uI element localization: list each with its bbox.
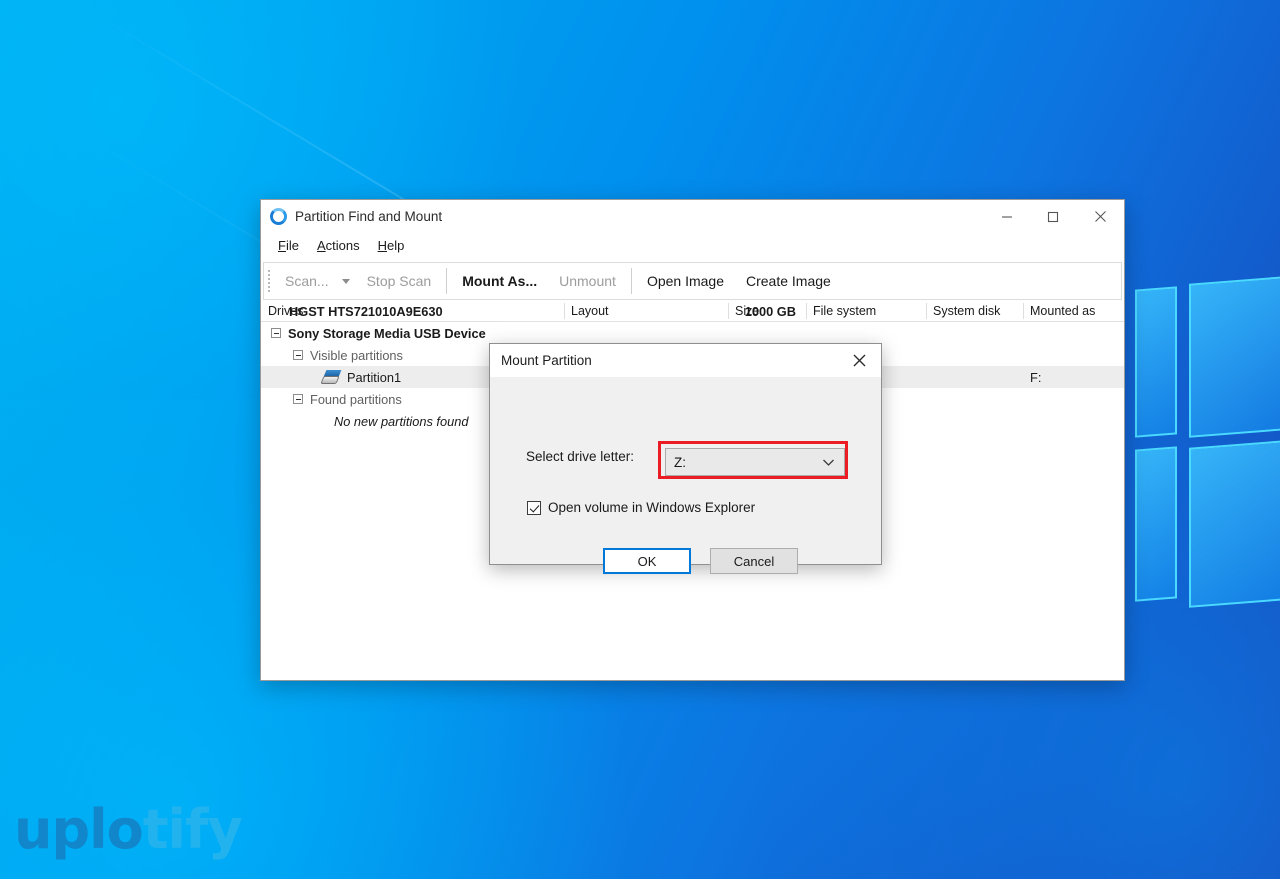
chevron-down-icon[interactable] <box>822 458 835 467</box>
collapse-expander-icon[interactable] <box>293 394 303 404</box>
row-label: Visible partitions <box>310 347 403 363</box>
menu-actions-label: ctions <box>325 238 360 253</box>
close-icon[interactable] <box>837 344 881 377</box>
row-label: Sony Storage Media USB Device <box>288 325 486 341</box>
toolbar-open-image-button[interactable]: Open Image <box>636 263 735 299</box>
ok-button[interactable]: OK <box>603 548 691 574</box>
drive-letter-select[interactable]: Z: <box>665 448 845 476</box>
toolbar-stop-scan-button[interactable]: Stop Scan <box>356 263 443 299</box>
row-name-cell: No new partitions found <box>334 414 468 429</box>
windows-logo-icon <box>1133 276 1280 618</box>
row-mounted-as-cell: F: <box>1030 369 1042 385</box>
menu-actions[interactable]: Actions <box>308 236 369 255</box>
table-row[interactable]: Sony Storage Media USB Device <box>261 322 1124 344</box>
toolbar-separator <box>630 268 632 294</box>
menu-help-label: elp <box>387 238 405 253</box>
toolbar-create-image-button[interactable]: Create Image <box>735 263 842 299</box>
row-label: Partition1 <box>347 369 402 385</box>
cancel-button[interactable]: Cancel <box>710 548 798 574</box>
chevron-down-icon[interactable] <box>341 278 350 284</box>
open-volume-checkbox-label: Open volume in Windows Explorer <box>548 500 756 515</box>
row-name-cell: Sony Storage Media USB Device <box>271 326 486 341</box>
row-label: Found partitions <box>310 391 402 407</box>
mount-partition-dialog: Mount Partition Select drive letter: Z: … <box>489 343 882 574</box>
dialog-body: Select drive letter: Z: Open volume in W… <box>490 377 881 574</box>
row-label: No new partitions found <box>334 413 469 429</box>
watermark-part-2: tify <box>142 798 243 861</box>
menubar: File Actions Help <box>261 233 1124 259</box>
toolbar-separator <box>446 268 448 294</box>
row-name-cell: Visible partitions <box>293 348 403 363</box>
table-row[interactable]: HGST HTS721010A9E630 1000 GB <box>261 300 1124 322</box>
menu-file[interactable]: File <box>269 236 308 255</box>
row-name-cell: HGST HTS721010A9E630 <box>289 304 443 319</box>
maximize-icon[interactable] <box>1030 200 1076 233</box>
uplotify-watermark: uplotify <box>14 798 243 861</box>
watermark-part-1: uplo <box>14 798 144 861</box>
desktop: Partition Find and Mount File Actions He… <box>0 0 1280 879</box>
open-volume-checkbox-row[interactable]: Open volume in Windows Explorer <box>527 500 755 515</box>
collapse-expander-icon[interactable] <box>293 350 303 360</box>
dialog-title: Mount Partition <box>501 353 592 368</box>
dialog-titlebar[interactable]: Mount Partition <box>490 344 881 377</box>
minimize-icon[interactable] <box>984 200 1030 233</box>
menu-help[interactable]: Help <box>369 236 414 255</box>
window-titlebar[interactable]: Partition Find and Mount <box>261 200 1124 233</box>
toolbar-unmount-button[interactable]: Unmount <box>548 263 627 299</box>
toolbar-grip-handle[interactable] <box>264 263 274 299</box>
menu-file-label: ile <box>285 238 299 253</box>
row-label: HGST HTS721010A9E630 <box>289 303 443 319</box>
window-controls <box>984 200 1124 233</box>
window-title: Partition Find and Mount <box>295 209 443 224</box>
row-name-cell: Found partitions <box>293 392 402 407</box>
drive-letter-highlight-box: Z: <box>658 441 848 479</box>
app-logo-icon <box>270 208 287 225</box>
collapse-expander-icon[interactable] <box>271 328 281 338</box>
row-name-cell: Partition1 <box>320 369 402 385</box>
drive-letter-label: Select drive letter: <box>526 449 635 464</box>
toolbar-scan-button[interactable]: Scan... <box>274 263 340 299</box>
close-icon[interactable] <box>1076 200 1124 233</box>
toolbar-mount-as-button[interactable]: Mount As... <box>451 263 548 299</box>
row-size-cell: 1000 GB <box>744 303 796 319</box>
open-volume-checkbox[interactable] <box>527 500 541 515</box>
toolbar: Scan... Stop Scan Mount As... Unmount Op… <box>263 262 1122 300</box>
drive-letter-value: Z: <box>674 454 686 470</box>
partition-icon <box>320 369 342 385</box>
